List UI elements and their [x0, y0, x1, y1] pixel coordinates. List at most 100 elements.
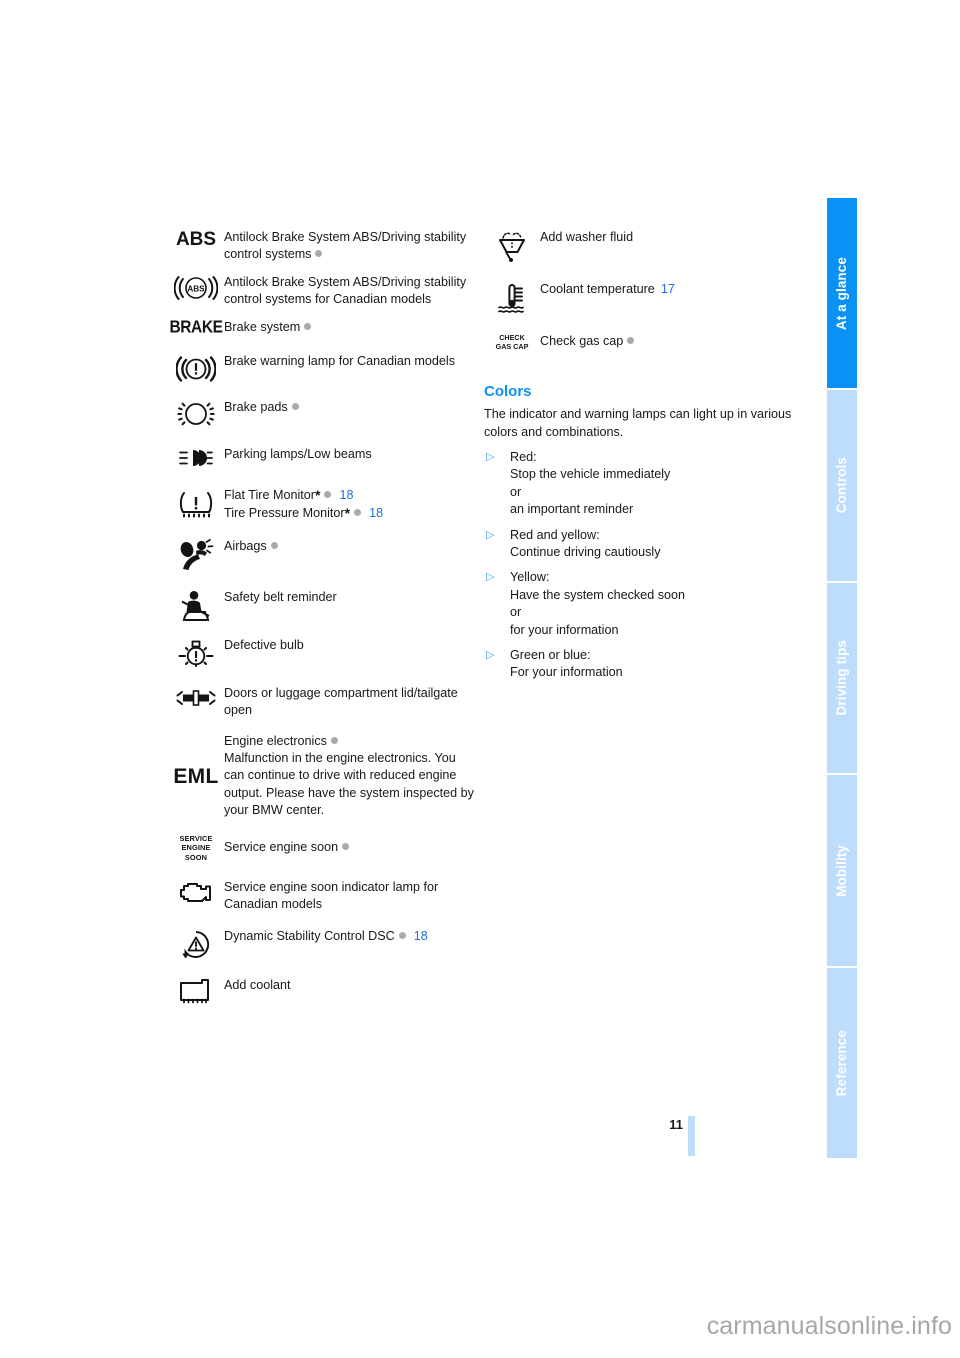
lamp-extra-text: Malfunction in the engine electronics. Y… [224, 751, 474, 818]
triangle-bullet-icon: ▷ [486, 649, 495, 662]
lamp-label: Service engine soon indicator lamp for C… [224, 879, 439, 912]
svg-text:ABS: ABS [187, 284, 205, 293]
table-row: ABS Antilock Brake System ABS/Driving st… [168, 273, 474, 309]
page-number: 11 [669, 1117, 683, 1132]
lamp-description: Safety belt reminder [224, 588, 474, 606]
page-reference-link[interactable]: 18 [414, 929, 428, 943]
lamp-description: Service engine soon [224, 838, 474, 856]
sidebar-item-label: Driving tips [834, 640, 849, 716]
sidebar-item-mobility[interactable]: Mobility [827, 775, 857, 966]
tire-pressure-monitor-label: Tire Pressure Monitor [224, 506, 345, 521]
brake-pads-icon [168, 398, 224, 428]
table-row: Add washer fluid [484, 228, 796, 262]
color-dot-icon [291, 403, 299, 411]
table-row: Flat Tire Monitor* 18 Tire Pressure Monit… [168, 485, 474, 523]
sidebar-item-at-a-glance[interactable]: At a glance [827, 198, 857, 389]
check-gas-cap-text-icon: CHECK GAS CAP [484, 332, 540, 351]
eml-icon-label: EML [173, 765, 219, 789]
sidebar-item-label: Controls [834, 457, 849, 514]
lamp-label-line-1: Flat Tire Monitor* 18 [224, 486, 474, 504]
table-row: Doors or luggage compartment lid/tailgat… [168, 684, 474, 720]
footnote-star: * [344, 505, 351, 522]
abs-canadian-icon: ABS [168, 273, 224, 301]
section-intro-text: The indicator and warning lamps can ligh… [484, 407, 792, 439]
brake-warning-canadian-icon [168, 352, 224, 384]
table-row: BRAKE Brake system [168, 318, 474, 336]
table-row: Service engine soon indicator lamp for C… [168, 878, 474, 914]
page-reference-link[interactable]: 18 [339, 488, 353, 502]
list-item-text: Red and yellow: Continue driving cautiou… [510, 527, 661, 560]
color-dot-icon [627, 337, 635, 345]
lamp-label: Add washer fluid [540, 230, 634, 244]
table-row: Brake warning lamp for Canadian models [168, 352, 474, 384]
table-row: EML Engine electronics Malfunction in th… [168, 732, 474, 820]
table-row: ABS Antilock Brake System ABS/Driving st… [168, 228, 474, 264]
defective-bulb-icon [168, 636, 224, 670]
table-row: Defective bulb [168, 636, 474, 670]
table-row: Add coolant [168, 976, 474, 1004]
check-engine-canadian-icon [168, 878, 224, 908]
check-gas-cap-icon-label: CHECK GAS CAP [495, 333, 529, 351]
lamp-label: Antilock Brake System ABS/Driving stabil… [224, 230, 467, 262]
table-row: Parking lamps/Low beams [168, 445, 474, 469]
sidebar-item-driving-tips[interactable]: Driving tips [827, 582, 857, 774]
footnote-star: * [314, 487, 321, 504]
add-coolant-icon [168, 976, 224, 1004]
lamp-description: Check gas cap [540, 332, 796, 350]
doors-open-icon [168, 684, 224, 710]
service-engine-soon-text-icon: SERVICE ENGINE SOON [168, 832, 224, 862]
list-item-text: Green or blue: For your information [510, 648, 623, 680]
list-item: ▷ Yellow: Have the system checked soon o… [484, 569, 796, 639]
lamp-description: Brake pads [224, 398, 474, 416]
color-dot-icon [354, 509, 362, 517]
triangle-bullet-icon: ▷ [486, 571, 495, 584]
list-item-text: Yellow: Have the system checked soon or … [510, 570, 686, 637]
section-title-colors: Colors [484, 383, 532, 401]
lamp-description: Doors or luggage compartment lid/tailgat… [224, 684, 474, 720]
table-row: Airbags [168, 537, 474, 571]
lamp-label: Defective bulb [224, 637, 304, 652]
table-row: CHECK GAS CAP Check gas cap [484, 332, 796, 351]
lamp-label: Check gas cap [540, 334, 624, 349]
lamp-description: Flat Tire Monitor* 18 Tire Pressure Monit… [224, 485, 474, 523]
triangle-bullet-icon: ▷ [486, 451, 495, 463]
lamp-description: Antilock Brake System ABS/Driving stabil… [224, 273, 474, 309]
lamp-description: Add washer fluid [540, 228, 796, 246]
color-dot-icon [270, 541, 278, 549]
eml-text-icon: EML [168, 764, 224, 787]
sidebar-item-controls[interactable]: Controls [827, 390, 857, 581]
page-reference-link[interactable]: 17 [661, 282, 675, 296]
washer-fluid-icon [484, 228, 540, 262]
lamp-description: Defective bulb [224, 636, 474, 654]
lamp-description: Brake system [224, 318, 474, 336]
table-row: Brake pads [168, 398, 474, 428]
page-reference-link[interactable]: 18 [369, 506, 383, 520]
lamp-description: Antilock Brake System ABS/Driving stabil… [224, 228, 474, 264]
list-item: ▷ Red and yellow: Continue driving cauti… [484, 527, 796, 562]
sidebar-item-reference[interactable]: Reference [827, 967, 857, 1159]
sidebar-item-label: Mobility [834, 844, 849, 897]
lamp-label: Coolant temperature [540, 282, 655, 296]
parking-lamps-low-beams-icon [168, 445, 224, 469]
lamp-list-left: ABS Antilock Brake System ABS/Driving st… [168, 228, 474, 1004]
list-item: ▷ Red: Stop the vehicle immediately or a… [484, 449, 796, 519]
lamp-description: Service engine soon indicator lamp for C… [224, 878, 474, 914]
safety-belt-reminder-icon [168, 588, 224, 622]
lamp-list-right: Add washer fluid Coolant temperature 17 … [484, 228, 796, 690]
tire-monitor-icon [168, 485, 224, 519]
lamp-label-line-1: Engine electronics [224, 733, 474, 750]
sidebar-item-label: Reference [834, 1029, 849, 1096]
lamp-label: Parking lamps/Low beams [224, 447, 372, 462]
airbags-icon [168, 537, 224, 571]
color-dot-icon [304, 322, 312, 330]
table-row: Safety belt reminder [168, 588, 474, 622]
coolant-temperature-icon [484, 280, 540, 314]
lamp-label: Safety belt reminder [224, 589, 337, 604]
sidebar-item-label: At a glance [834, 256, 849, 330]
lamp-label: Brake system [224, 319, 301, 334]
lamp-description: Add coolant [224, 976, 474, 994]
lamp-label: Doors or luggage compartment lid/tailgat… [224, 685, 458, 718]
lamp-label-line-2: Tire Pressure Monitor* 18 [224, 504, 474, 522]
lamp-label: Service engine soon [224, 839, 339, 854]
table-row: Dynamic Stability Control DSC 18 [168, 927, 474, 961]
